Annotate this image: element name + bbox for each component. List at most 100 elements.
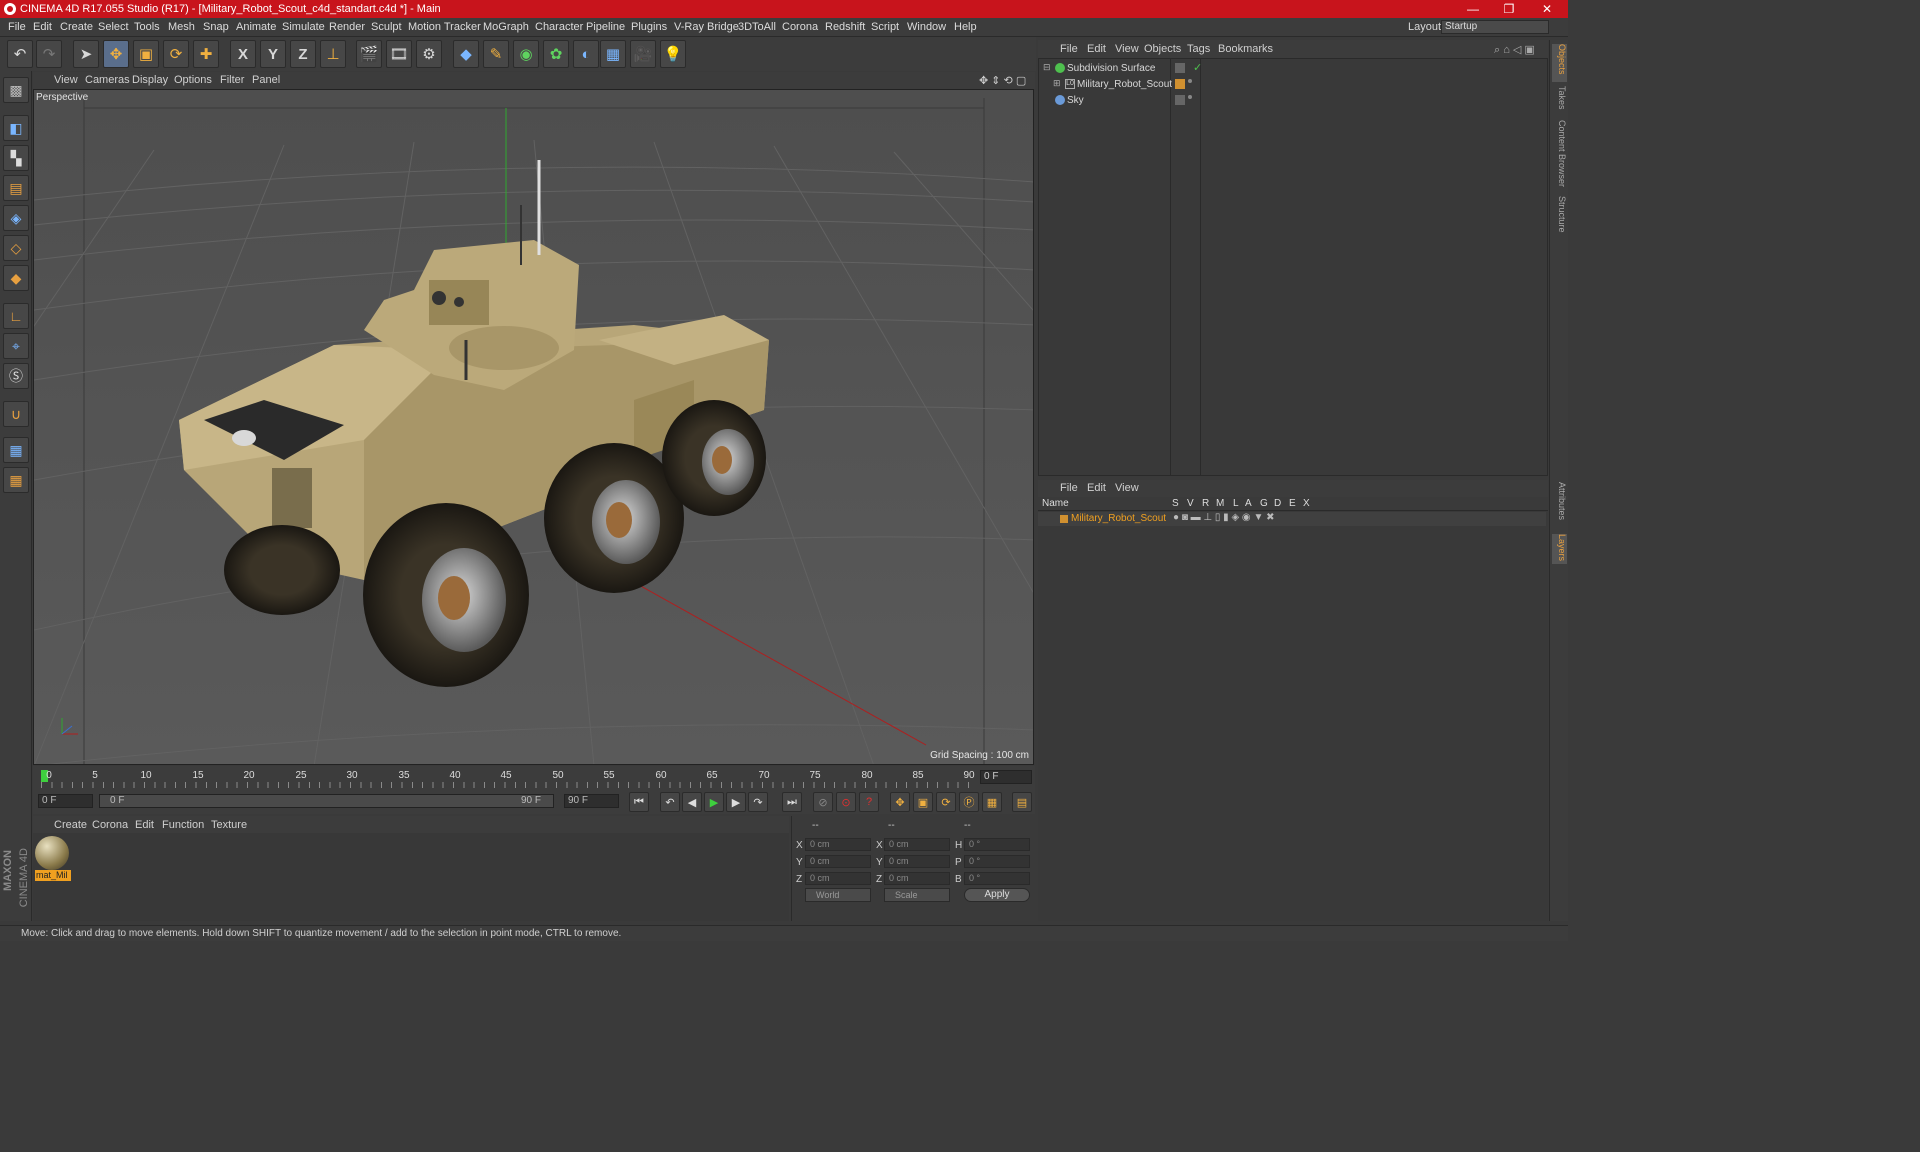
goto-end-icon[interactable]: ⏭	[782, 792, 802, 812]
cloner-icon[interactable]: ✿	[543, 40, 569, 68]
layer-color-icon[interactable]	[1175, 79, 1185, 89]
object-manager-search-icon[interactable]: ⌕ ⌂ ◁ ▣	[1494, 43, 1535, 57]
coord-system-select[interactable]: World	[805, 888, 871, 902]
viewport-nav-icon[interactable]: ✥ ⇕ ⟲ ▢	[979, 74, 1026, 87]
visibility-dot-icon[interactable]	[1188, 79, 1192, 83]
timeline-ruler[interactable]: 0 5 10 15 20 25 30 35 40 45 50 55 60 65 …	[33, 766, 1035, 790]
pointer-icon[interactable]: ➤	[73, 40, 99, 68]
material-menu-function[interactable]: Function	[162, 819, 204, 831]
timeline-window-icon[interactable]: ▤	[1012, 792, 1032, 812]
redo-icon[interactable]: ↷	[36, 40, 62, 68]
preview-range-slider[interactable]: 0 F 90 F	[99, 794, 554, 808]
layer-color-swatch[interactable]	[1060, 515, 1068, 523]
layer-menu-view[interactable]: View	[1115, 482, 1139, 494]
undo-icon[interactable]: ↶	[7, 40, 33, 68]
z-axis-icon[interactable]: Z	[290, 40, 316, 68]
play-icon[interactable]: ▶	[704, 792, 724, 812]
tab-structure[interactable]: Structure	[1552, 196, 1567, 242]
viewport-menu-filter[interactable]: Filter	[220, 74, 244, 86]
record-motion-icon[interactable]: ⊘	[813, 792, 833, 812]
light-icon[interactable]: 💡	[660, 40, 686, 68]
rotate-icon[interactable]: ⟳	[163, 40, 189, 68]
menu-character[interactable]: Character	[535, 21, 583, 33]
menu-redshift[interactable]: Redshift	[825, 21, 865, 33]
key-rotation-icon[interactable]: ⟳	[936, 792, 956, 812]
x-axis-icon[interactable]: X	[230, 40, 256, 68]
pen-icon[interactable]: ✎	[483, 40, 509, 68]
layer-flags-icons[interactable]: ● ◙ ▬ ⊥ ▯ ▮ ◈ ◉ ▼ ✖	[1173, 512, 1275, 523]
viewport-perspective[interactable]: Perspective Grid Spacing : 100 cm	[33, 89, 1034, 765]
material-menu-corona[interactable]: Corona	[92, 819, 128, 831]
subdivision-icon[interactable]: ◉	[513, 40, 539, 68]
expand-icon[interactable]: ⊞	[1053, 78, 1061, 89]
position-z-field[interactable]: 0 cm	[805, 872, 871, 885]
start-frame-field[interactable]: 0 F	[38, 794, 93, 808]
y-axis-icon[interactable]: Y	[260, 40, 286, 68]
menu-snap[interactable]: Snap	[203, 21, 229, 33]
menu-animate[interactable]: Animate	[236, 21, 276, 33]
move-icon[interactable]: ✥	[103, 40, 129, 68]
current-frame-field[interactable]: 0 F	[980, 770, 1032, 784]
viewport-menu-cameras[interactable]: Cameras	[85, 74, 130, 86]
object-menu-tags[interactable]: Tags	[1187, 43, 1210, 55]
material-swatch[interactable]: mat_Mil	[35, 836, 71, 882]
prev-frame-icon[interactable]: ◀	[682, 792, 702, 812]
key-scale-icon[interactable]: ▣	[913, 792, 933, 812]
menu-render[interactable]: Render	[329, 21, 365, 33]
position-y-field[interactable]: 0 cm	[805, 855, 871, 868]
layout-select[interactable]: Startup	[1441, 20, 1549, 34]
end-frame-field[interactable]: 90 F	[564, 794, 619, 808]
tab-attributes[interactable]: Attributes	[1552, 482, 1567, 530]
coord-mode-select[interactable]: Scale	[884, 888, 950, 902]
prev-key-icon[interactable]: ↶	[660, 792, 680, 812]
enabled-check-icon[interactable]: ✓	[1193, 61, 1202, 74]
next-key-icon[interactable]: ↷	[748, 792, 768, 812]
viewport-menu-view[interactable]: View	[54, 74, 78, 86]
live-select-icon[interactable]: ✚	[193, 40, 219, 68]
world-coord-icon[interactable]: ⊥	[320, 40, 346, 68]
edit-render-settings-icon[interactable]: ⚙	[416, 40, 442, 68]
menu-corona[interactable]: Corona	[782, 21, 818, 33]
deformer-icon[interactable]: ◐	[573, 40, 599, 68]
tweak-mode-icon[interactable]: ⌖	[3, 333, 29, 359]
render-picture-viewer-icon[interactable]: 🎞	[386, 40, 412, 68]
layer-row[interactable]: Military_Robot_Scout ● ◙ ▬ ⊥ ▯ ▮ ◈ ◉ ▼ ✖	[1038, 512, 1546, 526]
points-mode-icon[interactable]: ◈	[3, 205, 29, 231]
material-menu-texture[interactable]: Texture	[211, 819, 247, 831]
menu-file[interactable]: File	[8, 21, 26, 33]
menu-mograph[interactable]: MoGraph	[483, 21, 529, 33]
workplane-icon[interactable]: ▤	[3, 175, 29, 201]
menu-edit[interactable]: Edit	[33, 21, 52, 33]
object-menu-edit[interactable]: Edit	[1087, 43, 1106, 55]
material-menu-edit[interactable]: Edit	[135, 819, 154, 831]
render-view-icon[interactable]: 🎬	[356, 40, 382, 68]
model-mode-icon[interactable]: ◧	[3, 115, 29, 141]
size-x-field[interactable]: 0 cm	[884, 838, 950, 851]
key-position-icon[interactable]: ✥	[890, 792, 910, 812]
scale-icon[interactable]: ▣	[133, 40, 159, 68]
menu-sculpt[interactable]: Sculpt	[371, 21, 402, 33]
key-selection-icon[interactable]: ?	[859, 792, 879, 812]
cube-icon[interactable]: ◆	[453, 40, 479, 68]
magnet-icon[interactable]: ∪	[3, 401, 29, 427]
tab-content-browser[interactable]: Content Browser	[1552, 120, 1567, 190]
menu-simulate[interactable]: Simulate	[282, 21, 325, 33]
goto-start-icon[interactable]: ⏮	[629, 792, 649, 812]
floor-icon[interactable]: ▦	[600, 40, 626, 68]
layer-icon[interactable]	[1175, 63, 1185, 73]
tab-takes[interactable]: Takes	[1552, 86, 1567, 116]
layer-menu-edit[interactable]: Edit	[1087, 482, 1106, 494]
restore-button[interactable]: ❐	[1494, 1, 1524, 17]
viewport-menu-display[interactable]: Display	[132, 74, 168, 86]
rotation-p-field[interactable]: 0 °	[964, 855, 1030, 868]
material-menu-create[interactable]: Create	[54, 819, 87, 831]
collapse-icon[interactable]: ⊟	[1043, 62, 1051, 73]
rotation-h-field[interactable]: 0 °	[964, 838, 1030, 851]
key-pla-icon[interactable]: ▦	[982, 792, 1002, 812]
autokey-icon[interactable]: ⊙	[836, 792, 856, 812]
object-menu-objects[interactable]: Objects	[1144, 43, 1181, 55]
camera-icon[interactable]: 🎥	[630, 40, 656, 68]
viewport-menu-options[interactable]: Options	[174, 74, 212, 86]
edges-mode-icon[interactable]: ◇	[3, 235, 29, 261]
axis-mode-icon[interactable]: ∟	[3, 303, 29, 329]
